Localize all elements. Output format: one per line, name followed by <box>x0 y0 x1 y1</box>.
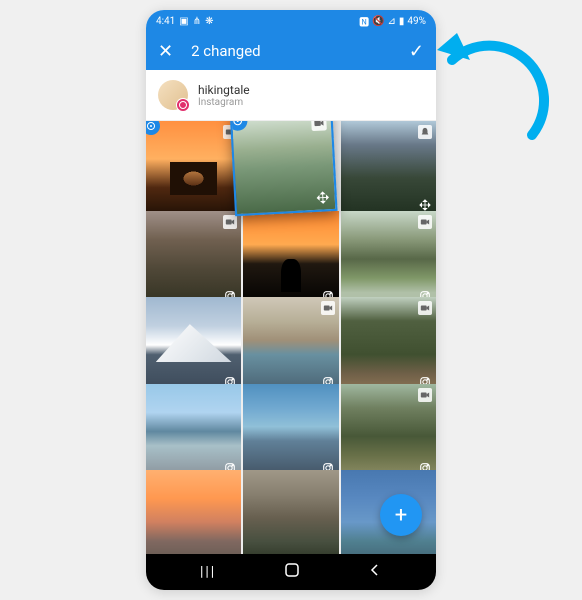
video-icon <box>418 215 432 229</box>
plus-icon: + <box>395 503 407 528</box>
grid-tile[interactable] <box>243 297 338 392</box>
grid-tile[interactable] <box>230 121 338 217</box>
home-button[interactable] <box>284 562 300 582</box>
target-icon <box>230 121 248 131</box>
target-icon <box>146 121 160 135</box>
video-icon <box>418 388 432 402</box>
grid-tile[interactable] <box>146 470 241 554</box>
video-icon <box>321 301 335 315</box>
camera-icon: ▣ <box>179 16 188 27</box>
status-time: 4:41 <box>156 16 175 27</box>
grid-tile[interactable] <box>243 211 338 306</box>
status-right: 🅽 🔇 ⊿ ▮ 49% <box>359 14 426 29</box>
photo-grid <box>146 121 436 554</box>
back-button[interactable] <box>368 563 382 581</box>
profile-section[interactable]: hikingtale Instagram <box>146 70 436 121</box>
grid-tile[interactable] <box>341 297 436 392</box>
recent-apps-button[interactable]: ||| <box>200 564 216 580</box>
close-icon[interactable]: ✕ <box>158 41 173 62</box>
share-icon: ⋔ <box>193 16 201 27</box>
grid-tile[interactable] <box>341 121 436 216</box>
move-icon <box>316 190 332 206</box>
phone-frame: 4:41 ▣ ⋔ ❋ 🅽 🔇 ⊿ ▮ 49% ✕ 2 changed ✓ hik… <box>146 10 436 590</box>
android-nav-bar: ||| <box>146 554 436 590</box>
volume-off-icon: 🔇 <box>372 16 384 27</box>
bell-icon <box>418 125 432 139</box>
app-bar: ✕ 2 changed ✓ <box>146 32 436 70</box>
status-left: 4:41 ▣ ⋔ ❋ <box>156 16 214 27</box>
avatar <box>158 80 188 110</box>
status-bar: 4:41 ▣ ⋔ ❋ 🅽 🔇 ⊿ ▮ 49% <box>146 10 436 32</box>
profile-platform: Instagram <box>198 97 250 108</box>
grid-tile[interactable] <box>341 211 436 306</box>
grid-tile[interactable] <box>341 384 436 479</box>
video-icon <box>312 121 328 131</box>
signal-icon: ▮ <box>399 16 405 27</box>
profile-name: hikingtale <box>198 83 250 97</box>
video-icon <box>223 215 237 229</box>
grid-tile[interactable] <box>146 384 241 479</box>
grid-tile[interactable] <box>146 297 241 392</box>
grid-tile[interactable] <box>146 121 241 216</box>
tutorial-arrow-icon <box>422 25 552 155</box>
wifi-icon: ⊿ <box>388 16 396 27</box>
app-bar-title: 2 changed <box>191 42 391 60</box>
grid-tile[interactable] <box>146 211 241 306</box>
add-fab-button[interactable]: + <box>380 494 422 536</box>
grid-tile[interactable] <box>243 470 338 554</box>
instagram-badge-icon <box>176 98 190 112</box>
notification-icon: 🅽 <box>359 14 369 29</box>
profile-text: hikingtale Instagram <box>198 83 250 108</box>
video-icon <box>418 301 432 315</box>
grid-tile[interactable] <box>243 384 338 479</box>
confirm-check-icon[interactable]: ✓ <box>409 41 424 62</box>
leaf-icon: ❋ <box>205 16 213 27</box>
battery-text: 49% <box>407 16 426 27</box>
